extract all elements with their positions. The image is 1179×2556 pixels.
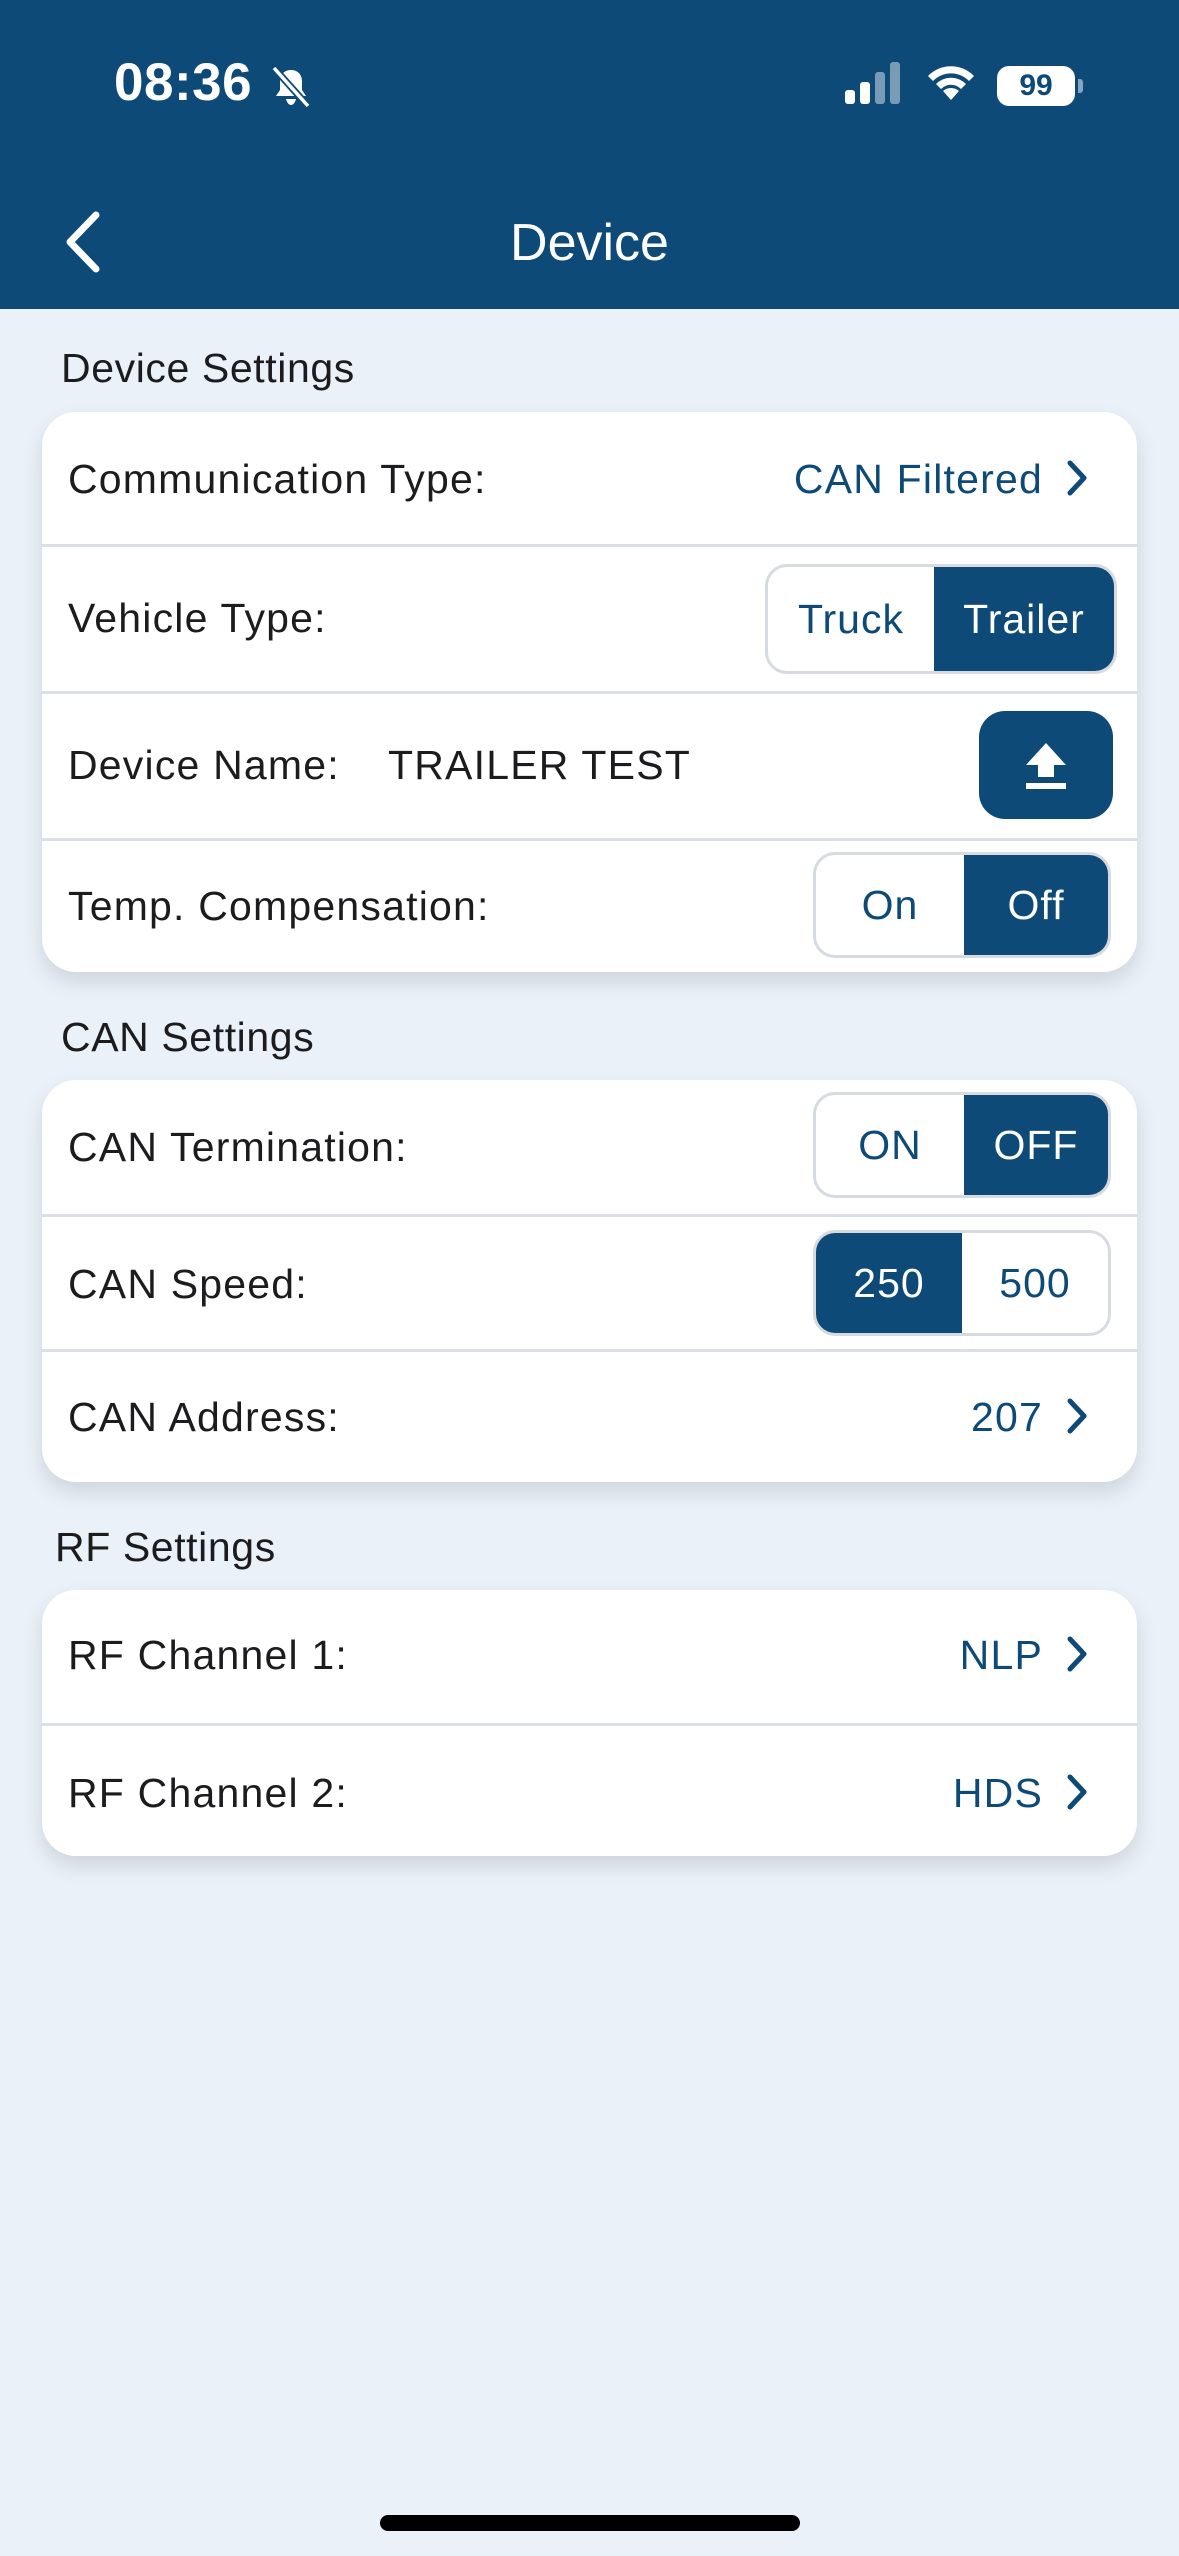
vehicle-type-trailer[interactable]: Trailer — [934, 567, 1114, 671]
rf-channel-1-row[interactable]: RF Channel 1: NLP — [42, 1590, 1137, 1723]
communication-type-value: CAN Filtered — [793, 456, 1043, 502]
can-speed-500[interactable]: 500 — [962, 1233, 1108, 1333]
rf-channel-2-value: HDS — [952, 1770, 1043, 1816]
can-speed-label: CAN Speed: — [68, 1261, 308, 1307]
temp-compensation-row: Temp. Compensation: On Off — [42, 838, 1137, 972]
temp-compensation-label: Temp. Compensation: — [68, 883, 490, 929]
can-speed-250[interactable]: 250 — [816, 1233, 962, 1333]
temp-compensation-segmented: On Off — [813, 852, 1111, 958]
section-heading-can-settings: CAN Settings — [61, 1014, 315, 1060]
bell-slash-icon — [271, 65, 311, 109]
can-speed-segmented: 250 500 — [813, 1230, 1111, 1336]
can-settings-card: CAN Termination: ON OFF CAN Speed: 250 5… — [42, 1080, 1137, 1482]
signal-icon — [845, 62, 900, 104]
can-termination-on[interactable]: ON — [816, 1095, 964, 1195]
can-termination-label: CAN Termination: — [68, 1124, 408, 1170]
rf-channel-2-row[interactable]: RF Channel 2: HDS — [42, 1723, 1137, 1856]
device-name-value[interactable]: TRAILER TEST — [388, 742, 691, 789]
chevron-right-icon — [1067, 1398, 1087, 1434]
can-termination-row: CAN Termination: ON OFF — [42, 1080, 1137, 1214]
upload-icon — [1026, 743, 1066, 789]
temp-compensation-off[interactable]: Off — [964, 855, 1108, 955]
can-address-value: 207 — [970, 1394, 1043, 1440]
can-speed-row: CAN Speed: 250 500 — [42, 1214, 1137, 1349]
communication-type-row[interactable]: Communication Type: CAN Filtered — [42, 412, 1137, 544]
battery-level: 99 — [997, 66, 1075, 106]
wifi-icon — [928, 66, 974, 100]
page-title: Device — [510, 214, 669, 272]
temp-compensation-on[interactable]: On — [816, 855, 964, 955]
device-settings-card: Communication Type: CAN Filtered Vehicle… — [42, 412, 1137, 972]
chevron-right-icon — [1067, 460, 1087, 496]
battery-icon: 99 — [997, 66, 1075, 106]
rf-channel-2-label: RF Channel 2: — [68, 1770, 348, 1816]
device-name-row: Device Name: TRAILER TEST — [42, 691, 1137, 838]
upload-button[interactable] — [979, 711, 1113, 819]
vehicle-type-label: Vehicle Type: — [68, 595, 327, 641]
can-address-label: CAN Address: — [68, 1394, 340, 1440]
can-termination-segmented: ON OFF — [813, 1092, 1111, 1198]
vehicle-type-segmented: Truck Trailer — [765, 564, 1117, 674]
rf-channel-1-value: NLP — [959, 1632, 1043, 1678]
home-indicator[interactable] — [380, 2515, 800, 2531]
section-heading-rf-settings: RF Settings — [55, 1524, 276, 1570]
communication-type-label: Communication Type: — [68, 456, 487, 502]
status-time: 08:36 — [114, 53, 253, 112]
vehicle-type-truck[interactable]: Truck — [768, 567, 934, 671]
section-heading-device-settings: Device Settings — [61, 345, 355, 391]
can-termination-off[interactable]: OFF — [964, 1095, 1108, 1195]
can-address-row[interactable]: CAN Address: 207 — [42, 1349, 1137, 1482]
device-name-label: Device Name: — [68, 742, 340, 788]
chevron-right-icon — [1067, 1774, 1087, 1810]
chevron-right-icon — [1067, 1636, 1087, 1672]
battery-cap — [1078, 79, 1083, 93]
rf-settings-card: RF Channel 1: NLP RF Channel 2: HDS — [42, 1590, 1137, 1856]
rf-channel-1-label: RF Channel 1: — [68, 1632, 348, 1678]
header: 08:36 99 Device — [0, 0, 1179, 309]
vehicle-type-row: Vehicle Type: Truck Trailer — [42, 544, 1137, 691]
